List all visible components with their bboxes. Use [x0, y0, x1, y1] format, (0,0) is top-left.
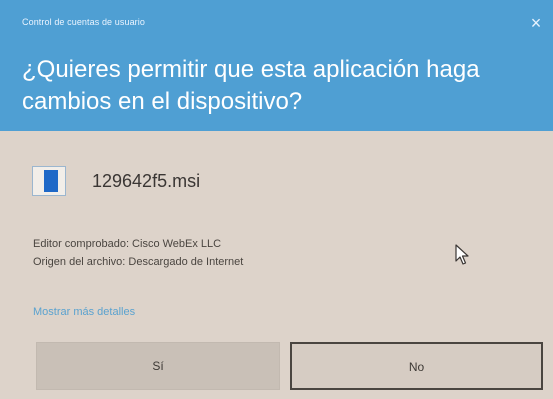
file-name: 129642f5.msi [92, 170, 201, 191]
installer-file-icon [32, 166, 66, 196]
mouse-pointer-icon [455, 244, 469, 265]
uac-dialog: Control de cuentas de usuario × ¿Quieres… [0, 0, 553, 399]
file-row: 129642f5.msi [32, 164, 200, 198]
file-origin: Origen del archivo: Descargado de Intern… [33, 256, 244, 268]
verified-publisher: Editor comprobado: Cisco WebEx LLC [33, 238, 222, 250]
publisher-info: Editor comprobado: Cisco WebEx LLC Orige… [33, 235, 243, 271]
show-more-details-link[interactable]: Mostrar más detalles [33, 306, 135, 318]
close-icon[interactable]: × [525, 12, 547, 34]
yes-button[interactable]: Sí [36, 342, 280, 390]
file-icon-accent [44, 170, 58, 192]
dialog-question: ¿Quieres permitir que esta aplicación ha… [22, 56, 480, 115]
dialog-header: Control de cuentas de usuario × ¿Quieres… [0, 0, 553, 131]
dialog-caption: Control de cuentas de usuario [22, 17, 145, 27]
no-button[interactable]: No [290, 342, 543, 390]
